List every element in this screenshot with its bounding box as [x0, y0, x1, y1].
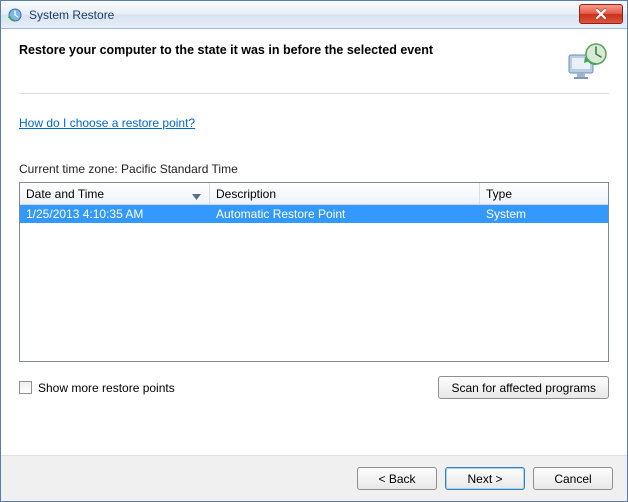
timezone-label: Current time zone: Pacific Standard Time: [19, 162, 609, 176]
cell-description: Automatic Restore Point: [210, 207, 480, 221]
scan-affected-button[interactable]: Scan for affected programs: [438, 376, 609, 399]
column-header-datetime-label: Date and Time: [26, 187, 104, 201]
help-link[interactable]: How do I choose a restore point?: [19, 116, 609, 130]
next-button[interactable]: Next >: [445, 467, 525, 490]
titlebar: System Restore: [1, 1, 627, 29]
cell-type: System: [480, 207, 608, 221]
column-header-datetime[interactable]: Date and Time: [20, 183, 210, 204]
show-more-label: Show more restore points: [38, 381, 175, 395]
system-restore-window: System Restore Restore your computer to …: [0, 0, 628, 502]
restore-points-table[interactable]: Date and Time Description Type 1/25/2013…: [19, 182, 609, 362]
cell-datetime: 1/25/2013 4:10:35 AM: [20, 207, 210, 221]
column-header-type-label: Type: [486, 187, 512, 201]
back-button[interactable]: < Back: [357, 467, 437, 490]
column-header-description[interactable]: Description: [210, 183, 480, 204]
table-row[interactable]: 1/25/2013 4:10:35 AM Automatic Restore P…: [20, 205, 608, 223]
column-header-type[interactable]: Type: [480, 183, 608, 204]
close-button[interactable]: [579, 4, 623, 24]
show-more-checkbox[interactable]: Show more restore points: [19, 381, 175, 395]
divider: [19, 93, 609, 94]
content-area: Restore your computer to the state it wa…: [1, 29, 627, 455]
wizard-footer: < Back Next > Cancel: [1, 455, 627, 501]
cancel-button[interactable]: Cancel: [533, 467, 613, 490]
close-icon: [595, 9, 607, 19]
sort-descending-icon: [192, 189, 201, 203]
table-header: Date and Time Description Type: [20, 183, 608, 205]
system-restore-icon: [565, 41, 609, 81]
checkbox-box: [19, 381, 32, 394]
restore-title-icon: [7, 7, 23, 23]
instruction-text: Restore your computer to the state it wa…: [19, 41, 433, 57]
column-header-description-label: Description: [216, 187, 276, 201]
header-row: Restore your computer to the state it wa…: [19, 41, 609, 81]
window-title: System Restore: [29, 8, 114, 22]
table-footer-row: Show more restore points Scan for affect…: [19, 376, 609, 399]
